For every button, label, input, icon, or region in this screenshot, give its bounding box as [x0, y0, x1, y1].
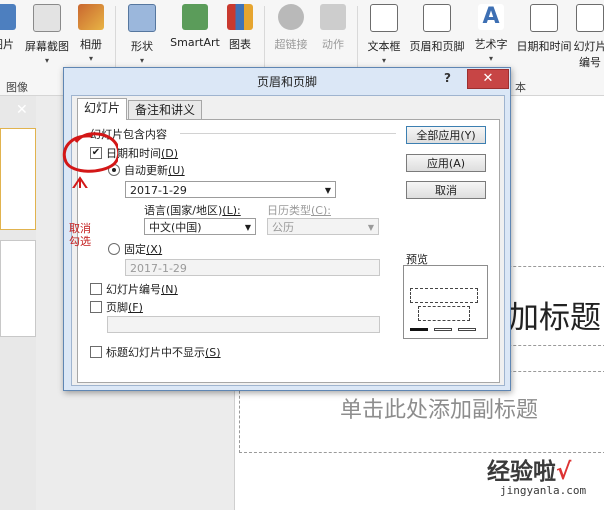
chevron-down-icon: ▼	[324, 186, 331, 195]
hyperlink-label: 超链接	[274, 38, 308, 51]
picture-icon	[0, 4, 16, 30]
dialog-titlebar[interactable]: 页眉和页脚 ? ✕	[64, 68, 510, 92]
smartart-label: SmartArt	[170, 36, 220, 49]
slide-title-text: 加标题	[508, 300, 601, 336]
close-button[interactable]: ✕	[467, 69, 509, 89]
preview-box	[403, 265, 488, 339]
hide-on-title-checkbox[interactable]	[90, 346, 102, 358]
tab-slide[interactable]: 幻灯片	[77, 98, 128, 120]
annotation-circle	[62, 132, 118, 188]
slide-number-label: 幻灯片	[573, 40, 604, 53]
smartart-icon	[182, 4, 208, 30]
slide-thumbnail-2[interactable]	[0, 240, 36, 337]
wordart-icon: A	[478, 4, 504, 30]
date-time-icon	[530, 4, 558, 32]
chart-icon	[227, 4, 253, 30]
header-footer-button[interactable]: 页眉和页脚	[405, 4, 469, 54]
shapes-label: 形状	[131, 40, 153, 53]
chevron-down-icon: ▼	[244, 223, 251, 232]
close-pane-icon[interactable]: ✕	[16, 102, 28, 118]
action-button[interactable]: 动作	[308, 4, 358, 52]
slide-number-checkbox-label: 幻灯片编号(N)	[106, 283, 178, 296]
watermark-logo: 经验啦√	[487, 459, 572, 485]
screenshot-button[interactable]: 屏幕截图 ▾	[22, 4, 72, 65]
album-button[interactable]: 相册 ▾	[66, 4, 116, 63]
footer-input[interactable]	[107, 316, 380, 333]
apply-all-button[interactable]: 全部应用(Y)	[406, 126, 486, 144]
album-label: 相册	[80, 38, 102, 51]
footer-checkbox-label: 页脚(F)	[106, 301, 143, 314]
chart-label: 图表	[229, 38, 251, 51]
fixed-label: 固定(X)	[124, 243, 163, 256]
auto-update-label: 自动更新(U)	[124, 164, 185, 177]
textbox-button[interactable]: 文本框 ▾	[359, 4, 409, 65]
language-dropdown[interactable]: 中文(中国) ▼	[144, 218, 256, 235]
shapes-icon	[128, 4, 156, 32]
slide-subtitle-text: 单击此处添加副标题	[340, 398, 539, 423]
hyperlink-icon	[278, 4, 304, 30]
chart-button[interactable]: 图表	[215, 4, 265, 52]
fixed-radio[interactable]	[108, 243, 120, 255]
screenshot-label: 屏幕截图	[25, 40, 69, 53]
wordart-button[interactable]: A 艺术字 ▾	[466, 4, 516, 63]
slide-thumbnail-1[interactable]	[0, 128, 36, 230]
auto-date-dropdown[interactable]: 2017-1-29 ▼	[125, 181, 336, 198]
group-label-images: 图像	[6, 81, 28, 94]
header-footer-icon	[423, 4, 451, 32]
picture-label: 图片	[0, 38, 14, 51]
help-button[interactable]: ?	[444, 71, 451, 85]
hide-on-title-label: 标题幻灯片中不显示(S)	[106, 346, 221, 359]
apply-button[interactable]: 应用(A)	[406, 154, 486, 172]
chevron-down-icon: ▼	[367, 223, 374, 232]
date-time-label: 日期和时间	[516, 40, 572, 53]
slide-number-checkbox[interactable]	[90, 283, 102, 295]
calendar-dropdown[interactable]: 公历 ▼	[267, 218, 379, 235]
shapes-button[interactable]: 形状 ▾	[117, 4, 167, 65]
slide-number-label-2: 编号	[579, 56, 601, 69]
cancel-button[interactable]: 取消	[406, 181, 486, 199]
wordart-label: 艺术字	[474, 38, 508, 51]
tab-notes-handouts[interactable]: 备注和讲义	[128, 100, 203, 119]
footer-checkbox[interactable]	[90, 301, 102, 313]
calendar-label: 日历类型(C):	[267, 204, 331, 217]
action-label: 动作	[322, 38, 344, 51]
date-time-button[interactable]: 日期和时间	[512, 4, 576, 54]
screenshot-icon	[33, 4, 61, 32]
annotation-text: 取消 勾选	[69, 222, 91, 248]
textbox-label: 文本框	[367, 40, 401, 53]
watermark-url: jingyanla.com	[500, 484, 587, 497]
group-label-text: 本	[515, 81, 526, 94]
slide-number-button[interactable]: 幻灯片 编号	[570, 4, 604, 70]
fixed-date-input[interactable]: 2017-1-29	[125, 259, 380, 276]
album-icon	[78, 4, 104, 30]
action-icon	[320, 4, 346, 30]
header-footer-label: 页眉和页脚	[409, 40, 465, 53]
language-label: 语言(国家/地区)(L):	[144, 204, 241, 217]
slide-number-icon	[576, 4, 604, 32]
textbox-icon	[370, 4, 398, 32]
